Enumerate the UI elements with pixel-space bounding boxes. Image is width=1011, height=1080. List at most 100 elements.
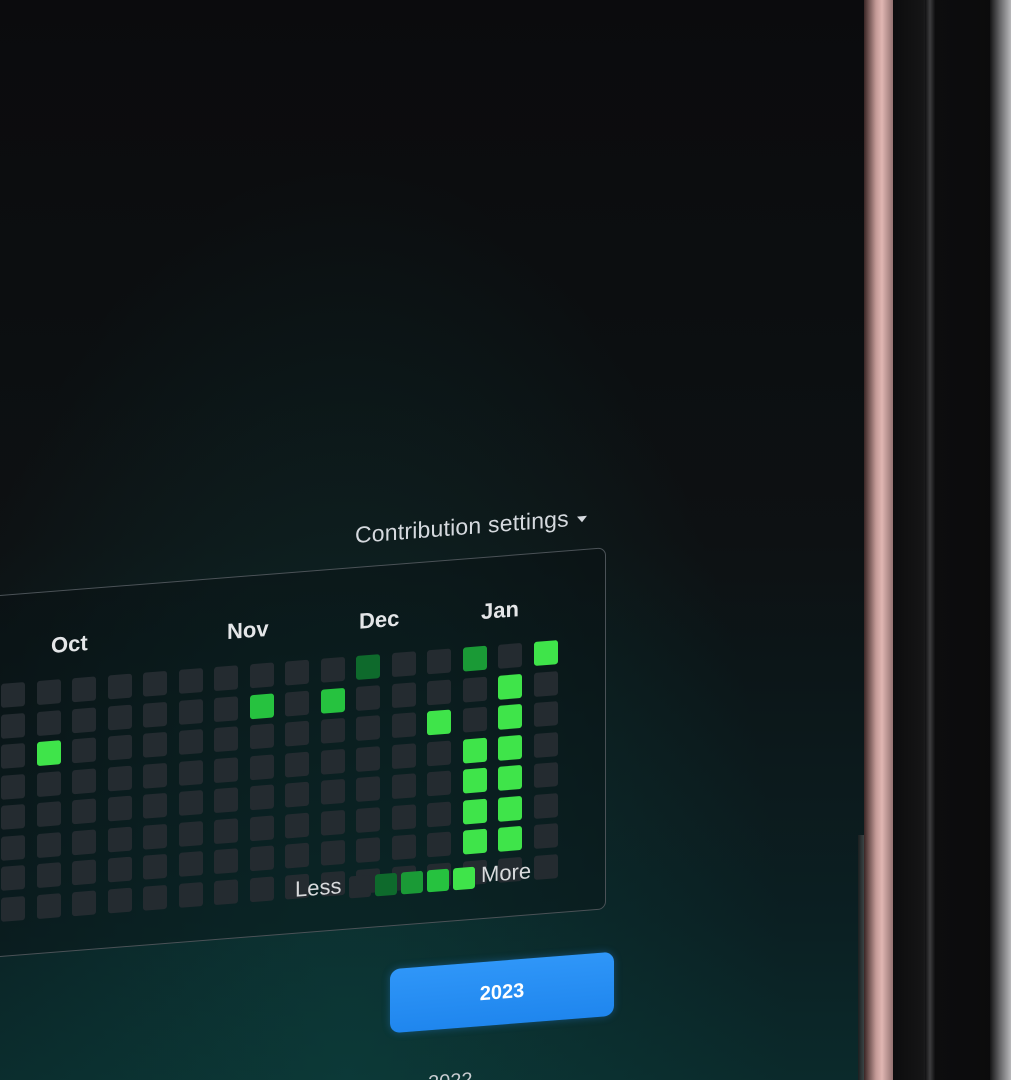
contribution-day-cell[interactable] (214, 878, 238, 905)
contribution-day-cell[interactable] (427, 740, 451, 766)
contribution-day-cell[interactable] (356, 715, 380, 741)
contribution-day-cell[interactable] (462, 676, 487, 703)
contribution-day-cell[interactable] (72, 889, 96, 916)
contribution-day-cell[interactable] (143, 762, 167, 789)
contribution-day-cell[interactable] (107, 765, 132, 792)
contribution-day-cell[interactable] (427, 679, 451, 705)
contribution-day-cell[interactable] (391, 834, 416, 861)
contribution-day-cell[interactable] (285, 659, 309, 686)
contribution-day-cell[interactable] (533, 792, 558, 819)
contribution-day-cell[interactable] (249, 845, 274, 872)
contribution-day-cell[interactable] (356, 654, 380, 680)
contribution-day-cell[interactable] (143, 731, 167, 758)
contribution-day-cell[interactable] (36, 801, 61, 828)
contribution-day-cell[interactable] (356, 745, 380, 772)
contribution-day-cell[interactable] (356, 806, 380, 833)
contribution-day-cell[interactable] (1, 773, 25, 800)
contribution-day-cell[interactable] (178, 790, 203, 816)
contribution-day-cell[interactable] (178, 759, 203, 786)
contribution-day-cell[interactable] (143, 701, 167, 728)
contribution-day-cell[interactable] (72, 737, 96, 764)
contribution-day-cell[interactable] (462, 798, 487, 825)
contribution-day-cell[interactable] (427, 648, 451, 675)
contribution-day-cell[interactable] (285, 751, 309, 778)
contribution-day-cell[interactable] (178, 668, 203, 694)
contribution-day-cell[interactable] (285, 842, 309, 869)
contribution-day-cell[interactable] (285, 781, 309, 808)
contribution-day-cell[interactable] (391, 803, 416, 830)
contribution-day-cell[interactable] (249, 814, 274, 841)
contribution-day-cell[interactable] (391, 712, 416, 739)
contribution-day-cell[interactable] (143, 853, 167, 880)
contribution-day-cell[interactable] (178, 851, 203, 877)
contribution-day-cell[interactable] (320, 778, 345, 805)
contribution-day-cell[interactable] (1, 712, 25, 739)
contribution-day-cell[interactable] (533, 823, 558, 850)
contribution-day-cell[interactable] (533, 701, 558, 728)
contribution-day-cell[interactable] (462, 645, 487, 672)
contribution-day-cell[interactable] (533, 670, 558, 697)
contribution-day-cell[interactable] (285, 720, 309, 747)
contribution-day-cell[interactable] (427, 709, 451, 736)
contribution-day-cell[interactable] (320, 717, 345, 744)
contribution-day-cell[interactable] (320, 809, 345, 836)
contribution-day-cell[interactable] (320, 687, 345, 714)
contribution-day-cell[interactable] (498, 825, 522, 852)
contribution-day-cell[interactable] (107, 704, 132, 731)
contribution-day-cell[interactable] (249, 784, 274, 811)
contribution-day-cell[interactable] (214, 756, 238, 783)
contribution-day-cell[interactable] (107, 734, 132, 761)
contribution-day-cell[interactable] (143, 670, 167, 697)
contribution-day-cell[interactable] (1, 895, 25, 922)
contribution-day-cell[interactable] (107, 856, 132, 883)
year-link-2022[interactable]: 2022 (428, 1069, 473, 1080)
contribution-day-cell[interactable] (249, 662, 274, 689)
contribution-day-cell[interactable] (214, 695, 238, 722)
contribution-day-cell[interactable] (107, 887, 132, 914)
contribution-day-cell[interactable] (356, 837, 380, 863)
contribution-day-cell[interactable] (72, 767, 96, 794)
contribution-day-cell[interactable] (36, 679, 61, 706)
contribution-day-cell[interactable] (36, 770, 61, 797)
year-button-2023[interactable]: 2023 (390, 951, 614, 1034)
contribution-day-cell[interactable] (214, 665, 238, 692)
contribution-day-cell[interactable] (178, 820, 203, 847)
contribution-day-cell[interactable] (214, 817, 238, 844)
contribution-day-cell[interactable] (178, 729, 203, 755)
contribution-day-cell[interactable] (356, 684, 380, 711)
contribution-day-cell[interactable] (1, 743, 25, 769)
contribution-day-cell[interactable] (498, 764, 522, 791)
contribution-day-cell[interactable] (72, 798, 96, 825)
contribution-day-cell[interactable] (320, 839, 345, 866)
contribution-day-cell[interactable] (214, 848, 238, 875)
contribution-day-cell[interactable] (462, 828, 487, 855)
contribution-day-cell[interactable] (462, 767, 487, 794)
contribution-day-cell[interactable] (72, 676, 96, 703)
contribution-day-cell[interactable] (107, 673, 132, 700)
contribution-day-cell[interactable] (498, 734, 522, 761)
contribution-day-cell[interactable] (427, 831, 451, 858)
contribution-day-cell[interactable] (533, 762, 558, 789)
contribution-day-cell[interactable] (498, 703, 522, 730)
contribution-day-cell[interactable] (391, 742, 416, 769)
contribution-day-cell[interactable] (320, 748, 345, 775)
contribution-day-cell[interactable] (498, 673, 522, 700)
contribution-day-cell[interactable] (143, 792, 167, 819)
contribution-day-cell[interactable] (427, 801, 451, 827)
contribution-day-cell[interactable] (107, 826, 132, 853)
contribution-day-cell[interactable] (1, 865, 25, 891)
contribution-day-cell[interactable] (498, 795, 522, 822)
contribution-day-cell[interactable] (533, 640, 558, 667)
contribution-day-cell[interactable] (72, 859, 96, 886)
contribution-day-cell[interactable] (391, 681, 416, 708)
contribution-day-cell[interactable] (36, 709, 61, 736)
contribution-day-cell[interactable] (391, 651, 416, 678)
contribution-day-cell[interactable] (143, 884, 167, 911)
contribution-day-cell[interactable] (36, 892, 61, 919)
contribution-day-cell[interactable] (427, 770, 451, 797)
contribution-day-cell[interactable] (462, 737, 487, 764)
contribution-day-cell[interactable] (178, 698, 203, 725)
contribution-day-cell[interactable] (533, 853, 558, 880)
contribution-day-cell[interactable] (249, 875, 274, 902)
contribution-day-cell[interactable] (249, 753, 274, 780)
